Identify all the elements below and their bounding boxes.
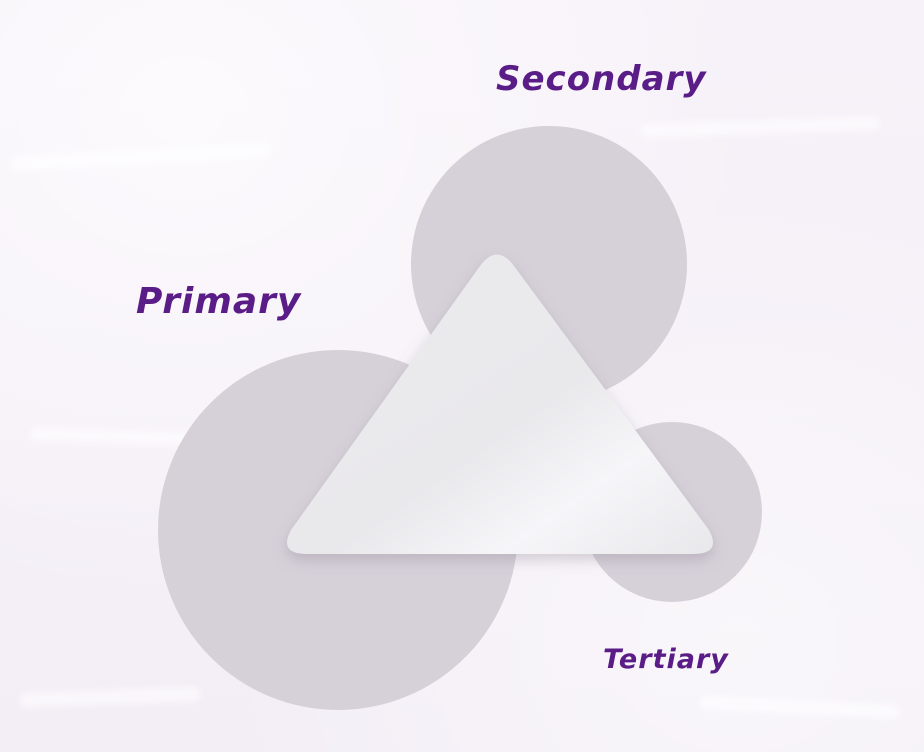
center-triangle <box>286 254 714 554</box>
primary-label: Primary <box>136 281 302 322</box>
secondary-label: Secondary <box>496 59 707 99</box>
center-triangle-shape <box>286 254 714 554</box>
diagram-canvas: Secondary Primary Tertiary <box>0 0 924 752</box>
tertiary-label: Tertiary <box>603 644 729 675</box>
